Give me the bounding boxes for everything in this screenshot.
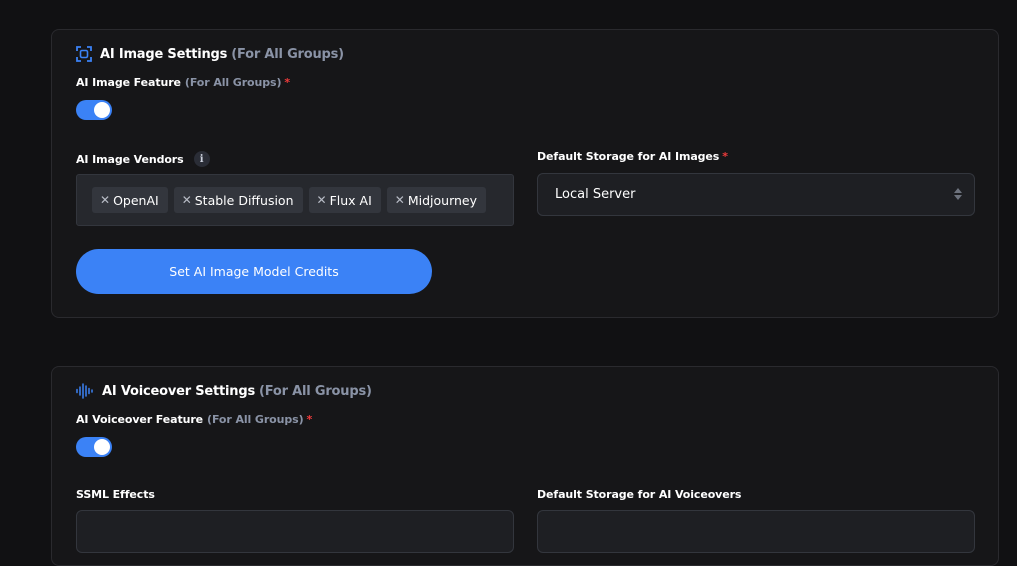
label-text: AI Image Vendors: [76, 152, 184, 166]
ai-voiceover-settings-card: AI Voiceover Settings (For All Groups) A…: [51, 366, 999, 566]
toggle-knob: [94, 102, 110, 118]
vendor-tag-midjourney: ✕ Midjourney: [386, 187, 487, 213]
vendor-tag-label: OpenAI: [113, 192, 159, 208]
select-value: Local Server: [555, 187, 636, 202]
ai-image-feature-toggle[interactable]: [76, 100, 112, 120]
close-icon[interactable]: ✕: [395, 193, 405, 207]
ai-image-settings-card: AI Image Settings (For All Groups) AI Im…: [51, 29, 999, 318]
section-title-suffix: (For All Groups): [231, 46, 344, 62]
toggle-knob: [94, 439, 110, 455]
vendor-tag-flux-ai: ✕ Flux AI: [308, 187, 381, 213]
close-icon[interactable]: ✕: [182, 193, 192, 207]
default-storage-voiceovers-label: Default Storage for AI Voiceovers: [537, 488, 741, 501]
required-mark: *: [306, 413, 313, 426]
sort-arrows-icon: [954, 188, 962, 200]
default-storage-images-label: Default Storage for AI Images *: [537, 150, 728, 163]
label-text: Default Storage for AI Images: [537, 150, 720, 163]
section-title-text: AI Voiceover Settings: [102, 383, 256, 399]
label-text: SSML Effects: [76, 488, 155, 501]
ai-voiceover-feature-label: AI Voiceover Feature (For All Groups) *: [76, 413, 312, 426]
image-frame-icon: [76, 46, 92, 62]
label-text: AI Voiceover Feature: [76, 413, 204, 426]
ai-voiceover-settings-title: AI Voiceover Settings (For All Groups): [76, 383, 372, 399]
ai-voiceover-feature-toggle[interactable]: [76, 437, 112, 457]
ai-image-settings-title: AI Image Settings (For All Groups): [76, 46, 344, 62]
label-text: AI Image Feature: [76, 76, 181, 89]
label-suffix: (For All Groups): [184, 76, 282, 89]
label-text: Default Storage for AI Voiceovers: [537, 488, 742, 501]
ai-image-vendors-label: AI Image Vendors i: [76, 151, 210, 167]
required-mark: *: [284, 76, 291, 89]
close-icon[interactable]: ✕: [100, 193, 110, 207]
required-mark: *: [722, 150, 728, 163]
section-title-text: AI Image Settings: [100, 46, 228, 62]
vendor-tag-stable-diffusion: ✕ Stable Diffusion: [173, 187, 303, 213]
vendor-tag-openai: ✕ OpenAI: [92, 187, 168, 213]
waveform-icon: [76, 383, 94, 399]
default-storage-images-select[interactable]: Local Server: [537, 173, 975, 216]
section-title-suffix: (For All Groups): [259, 383, 372, 399]
vendor-tag-label: Midjourney: [407, 192, 478, 208]
set-ai-image-model-credits-button[interactable]: Set AI Image Model Credits: [76, 249, 432, 294]
label-suffix: (For All Groups): [207, 413, 304, 426]
ai-image-vendors-multiselect[interactable]: ✕ OpenAI ✕ Stable Diffusion ✕ Flux AI ✕ …: [76, 174, 514, 226]
default-storage-voiceovers-select[interactable]: [537, 510, 975, 553]
close-icon[interactable]: ✕: [317, 193, 327, 207]
ssml-effects-label: SSML Effects: [76, 488, 155, 501]
vendor-tag-label: Flux AI: [329, 192, 372, 208]
ai-image-feature-label: AI Image Feature (For All Groups) *: [76, 76, 290, 89]
ssml-effects-select[interactable]: [76, 510, 514, 553]
info-icon[interactable]: i: [193, 151, 210, 167]
vendor-tag-label: Stable Diffusion: [194, 192, 294, 208]
